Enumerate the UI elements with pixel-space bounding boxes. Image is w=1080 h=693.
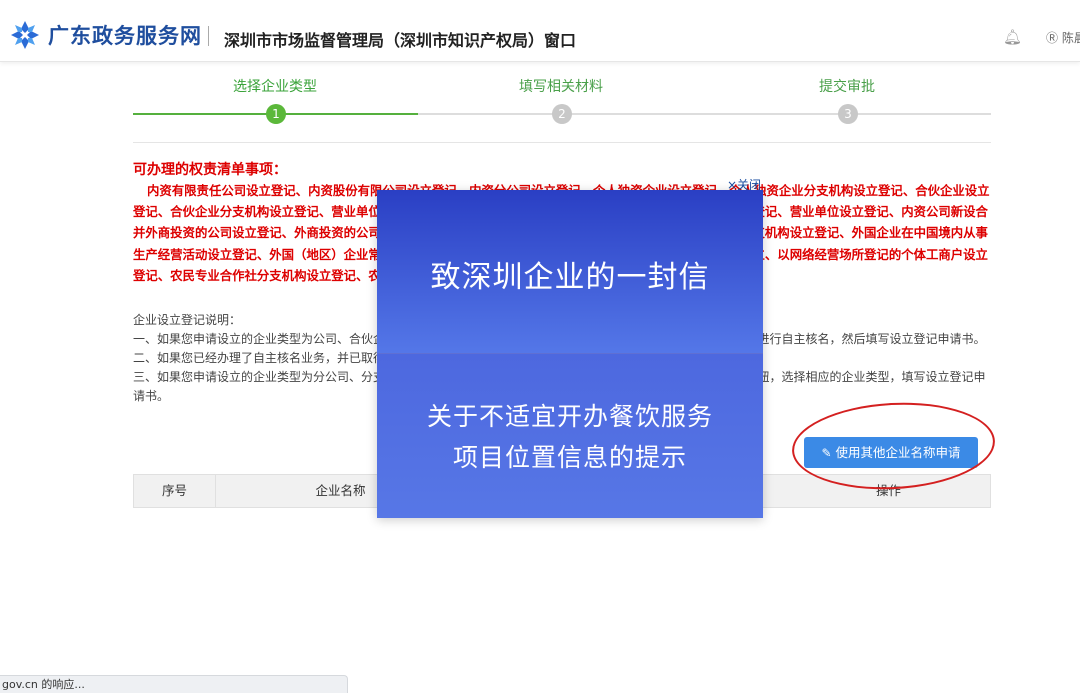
user-icon: Ⓡ [1046,31,1059,45]
user-menu[interactable]: Ⓡ 陈晨 [1046,29,1080,46]
step-2-circle: 2 [552,104,572,124]
top-header: 广东政务服务网 深圳市市场监督管理局（深圳市知识产权局）窗口 🔔︎ Ⓡ 陈晨 [0,0,1080,62]
popup-title: 致深圳企业的一封信 [430,260,710,295]
popup-header: 致深圳企业的一封信 [377,190,763,354]
site-name[interactable]: 广东政务服务网 [48,20,202,50]
browser-status-bar: gov.cn 的响应... [0,675,348,693]
column-header-index: 序号 [134,475,216,507]
header-divider [208,26,209,46]
use-other-name-button[interactable]: ✎ 使用其他企业名称申请 [804,437,978,468]
popup-subtitle: 关于不适宜开办餐饮服务 项目位置信息的提示 [377,396,763,478]
announcement-popup[interactable]: 致深圳企业的一封信 关于不适宜开办餐饮服务 项目位置信息的提示 [377,190,763,518]
popup-subtitle-line-2: 项目位置信息的提示 [452,443,687,472]
logo-icon [11,21,39,49]
step-2-label: 填写相关材料 [519,79,603,95]
popup-subtitle-line-1: 关于不适宜开办餐饮服务 [426,402,713,431]
step-1-circle: 1 [266,104,286,124]
step-indicator: 选择企业类型 1 填写相关材料 2 提交审批 3 [133,70,991,130]
rights-title: 可办理的权责清单事项： [133,162,287,178]
step-1-label: 选择企业类型 [233,79,317,95]
user-name: 陈晨 [1061,31,1080,45]
dept-title: 深圳市市场监督管理局（深圳市知识产权局）窗口 [224,31,577,50]
step-3-circle: 3 [838,104,858,124]
column-header-actions: 操作 [875,483,901,498]
edit-icon: ✎ [821,446,832,460]
bell-icon[interactable]: 🔔︎ [1003,28,1022,46]
step-3-label: 提交审批 [819,79,875,95]
content-divider [133,142,991,143]
use-other-name-label: 使用其他企业名称申请 [835,445,961,460]
popup-body: 关于不适宜开办餐饮服务 项目位置信息的提示 [377,354,763,518]
